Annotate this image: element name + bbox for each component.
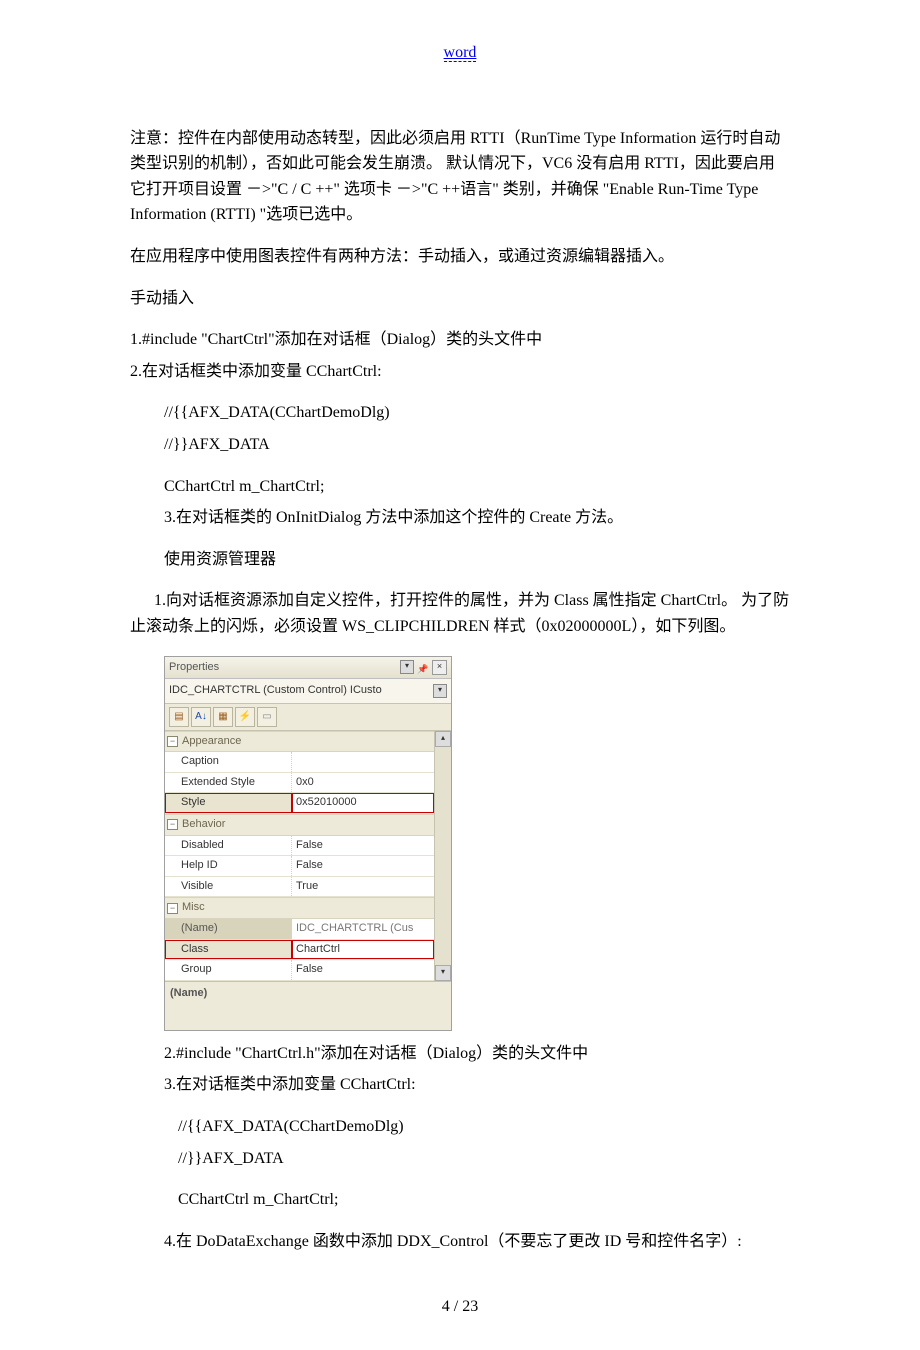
collapse-icon[interactable]: − xyxy=(167,736,178,747)
prop-row-caption[interactable]: Caption xyxy=(165,752,434,773)
resource-step-1: 1.向对话框资源添加自定义控件，打开控件的属性，并为 Class 属性指定 Ch… xyxy=(130,588,790,639)
combo-dropdown-icon[interactable]: ▾ xyxy=(433,684,447,698)
collapse-icon[interactable]: − xyxy=(167,903,178,914)
properties-button[interactable]: ▦ xyxy=(213,707,233,727)
properties-description: (Name) xyxy=(165,981,451,1030)
prop-row-disabled[interactable]: Disabled False xyxy=(165,836,434,857)
resource-step-2: 2.#include "ChartCtrl.h"添加在对话框（Dialog）类的… xyxy=(164,1041,790,1067)
properties-title: Properties xyxy=(169,659,219,677)
code-afx-close-2: //}}AFX_DATA xyxy=(178,1146,790,1172)
prop-row-style[interactable]: Style 0x52010000 xyxy=(165,793,434,814)
properties-object-label: IDC_CHARTCTRL (Custom Control) ICusto xyxy=(169,682,382,700)
categorized-button[interactable]: ▤ xyxy=(169,707,189,727)
properties-scrollbar[interactable]: ▴ ▾ xyxy=(434,731,451,981)
code-afx-open: //{{AFX_DATA(CChartDemoDlg) xyxy=(164,400,790,426)
heading-resource-manager: 使用资源管理器 xyxy=(164,547,790,573)
code-afx-open-2: //{{AFX_DATA(CChartDemoDlg) xyxy=(178,1114,790,1140)
manual-step-3: 3.在对话框类的 OnInitDialog 方法中添加这个控件的 Create … xyxy=(164,505,790,531)
properties-object-combo[interactable]: IDC_CHARTCTRL (Custom Control) ICusto ▾ xyxy=(165,679,451,704)
code-member-var-2: CChartCtrl m_ChartCtrl; xyxy=(178,1187,790,1213)
prop-row-group[interactable]: Group False xyxy=(165,960,434,981)
category-appearance[interactable]: − Appearance xyxy=(165,731,434,753)
category-misc[interactable]: − Misc xyxy=(165,897,434,919)
paragraph-rtti: 注意：控件在内部使用动态转型，因此必须启用 RTTI（RunTime Type … xyxy=(130,126,790,228)
prop-row-help-id[interactable]: Help ID False xyxy=(165,856,434,877)
events-button[interactable]: ⚡ xyxy=(235,707,255,727)
category-behavior[interactable]: − Behavior xyxy=(165,814,434,836)
properties-titlebar: Properties ▾ × xyxy=(165,657,451,680)
properties-toolbar: ▤ A↓ ▦ ⚡ ▭ xyxy=(165,704,451,731)
resource-step-4: 4.在 DoDataExchange 函数中添加 DDX_Control（不要忘… xyxy=(130,1229,790,1255)
prop-row-name[interactable]: (Name) IDC_CHARTCTRL (Cus xyxy=(165,919,434,940)
code-afx-close: //}}AFX_DATA xyxy=(164,432,790,458)
scroll-down-icon[interactable]: ▾ xyxy=(435,965,451,981)
collapse-icon[interactable]: − xyxy=(167,819,178,830)
code-member-var: CChartCtrl m_ChartCtrl; xyxy=(164,474,790,500)
pages-button[interactable]: ▭ xyxy=(257,707,277,727)
properties-panel: Properties ▾ × IDC_CHARTCTRL (Custom Con… xyxy=(164,656,452,1031)
heading-manual-insert: 手动插入 xyxy=(130,286,790,312)
page-footer: 4 / 23 xyxy=(130,1294,790,1320)
prop-row-visible[interactable]: Visible True xyxy=(165,877,434,898)
pin-icon[interactable] xyxy=(417,661,429,673)
properties-grid: − Appearance Caption Extended Style 0x0 … xyxy=(165,731,434,981)
prop-row-extended-style[interactable]: Extended Style 0x0 xyxy=(165,773,434,794)
dropdown-icon[interactable]: ▾ xyxy=(400,660,414,674)
header-link[interactable]: word xyxy=(444,44,477,62)
scroll-up-icon[interactable]: ▴ xyxy=(435,731,451,747)
manual-step-2: 2.在对话框类中添加变量 CChartCtrl: xyxy=(130,359,790,385)
paragraph-methods: 在应用程序中使用图表控件有两种方法：手动插入，或通过资源编辑器插入。 xyxy=(130,244,790,270)
alphabetical-button[interactable]: A↓ xyxy=(191,707,211,727)
prop-row-class[interactable]: Class ChartCtrl xyxy=(165,940,434,961)
page-header: word xyxy=(130,40,790,66)
resource-step-3: 3.在对话框类中添加变量 CChartCtrl: xyxy=(164,1072,790,1098)
manual-step-1: 1.#include "ChartCtrl"添加在对话框（Dialog）类的头文… xyxy=(130,327,790,353)
close-icon[interactable]: × xyxy=(432,660,447,675)
